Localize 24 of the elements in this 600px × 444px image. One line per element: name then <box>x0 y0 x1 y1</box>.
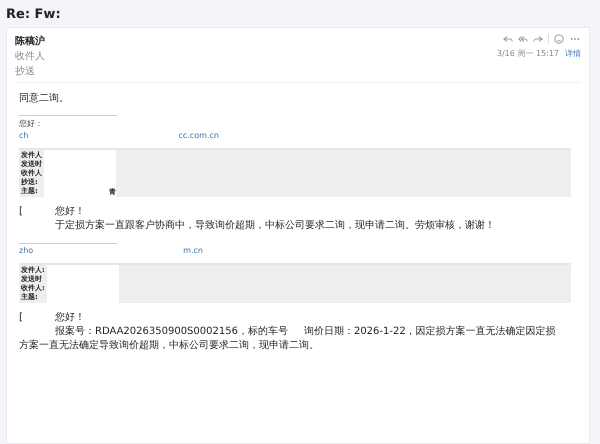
smiley-icon[interactable] <box>554 34 564 44</box>
details-link[interactable]: 详情 <box>565 48 581 59</box>
message-text: 报案号：RDAA2026350900S0002156，标的车号 <box>55 325 288 339</box>
message-text: 询价日期：2026-1-22，因定损方案一直无法确定因定损 <box>304 325 556 339</box>
recipient-label: 收件人 <box>15 50 45 63</box>
cc-label: 抄送 <box>15 64 36 78</box>
sender-name: 陈稿沪 <box>15 34 45 48</box>
email-link[interactable]: m.cn <box>183 246 203 255</box>
email-link[interactable]: ch <box>19 131 28 140</box>
email-link[interactable]: zho <box>19 246 34 255</box>
reply-text: 同意二询。 <box>19 92 70 105</box>
greeting-text: 您好！ <box>54 205 85 219</box>
email-link[interactable]: cc.com.cn <box>178 131 219 140</box>
bracket-mark: [ <box>19 205 23 219</box>
date-text: 3/16 周一 15:17 <box>496 48 559 59</box>
bracket-mark: [ <box>19 311 23 325</box>
email-subject: Re: Fw: <box>6 6 62 24</box>
forward-icon[interactable] <box>533 34 543 44</box>
message-text: 方案一直无法确定导致询价超期，中标公司要求二询，现申请二询。 <box>19 339 319 353</box>
greeting-text: 您好！ <box>54 311 85 325</box>
greeting-text: 您好： <box>19 118 44 129</box>
reply-all-icon[interactable] <box>518 34 528 44</box>
message-text: 于定损方案一直跟客户协商中，导致询价超期，中标公司要求二询，现申请二询。劳烦审核，谢谢！ <box>55 219 495 233</box>
reply-icon[interactable] <box>503 34 513 44</box>
